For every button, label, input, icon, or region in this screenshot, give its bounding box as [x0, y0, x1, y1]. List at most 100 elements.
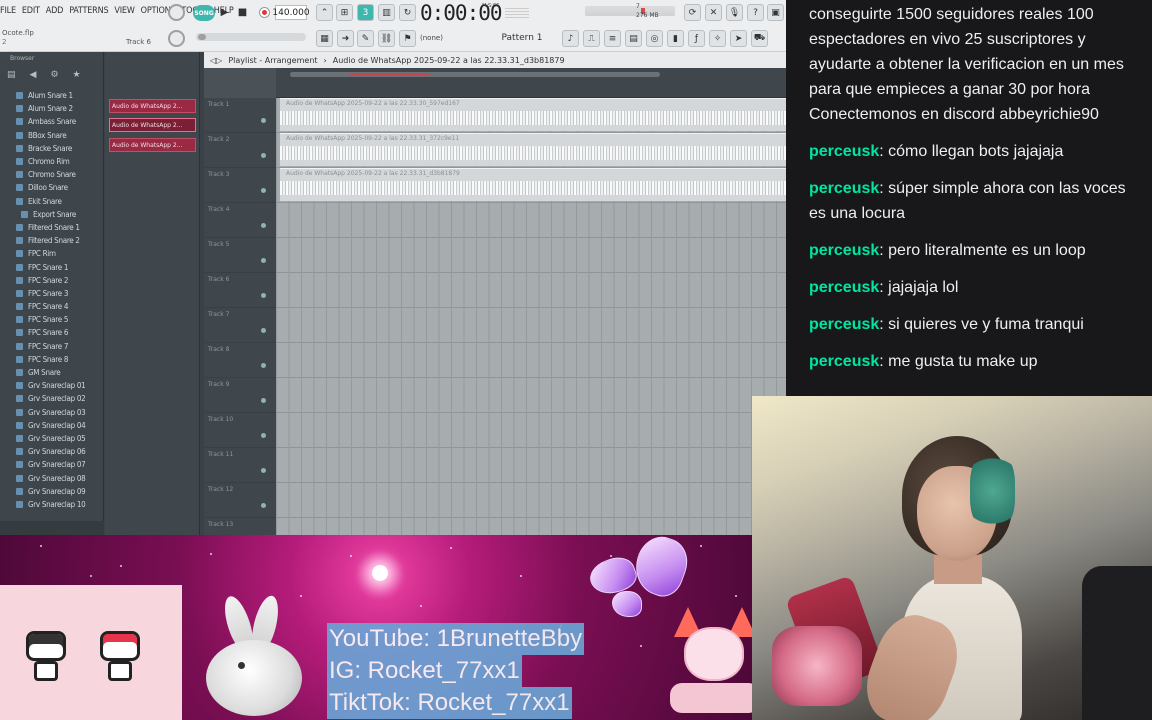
browser-item[interactable]: GM Snare: [0, 366, 104, 379]
track-mute-led[interactable]: [261, 188, 266, 193]
refresh-icon[interactable]: ⟳: [684, 4, 701, 21]
browser-item[interactable]: FPC Snare 3: [0, 287, 104, 300]
chat-username[interactable]: perceusk: [809, 143, 879, 160]
arrow-icon[interactable]: ➜: [337, 30, 354, 47]
browser-files-icon[interactable]: ▤: [7, 70, 16, 84]
chat-username[interactable]: perceusk: [809, 279, 879, 296]
browser-item[interactable]: Grv Snareclap 01: [0, 379, 104, 392]
browser-item[interactable]: Grv Snareclap 08: [0, 471, 104, 484]
pencil-icon[interactable]: ✎: [357, 30, 374, 47]
piano-roll-icon[interactable]: ♪: [562, 30, 579, 47]
track-header[interactable]: Track 5: [204, 238, 276, 273]
browser-item[interactable]: FPC Snare 2: [0, 274, 104, 287]
track-header[interactable]: Track 13: [204, 518, 276, 535]
track-header[interactable]: Track 9: [204, 378, 276, 413]
picker-clip[interactable]: Audio de WhatsApp 2...: [109, 118, 196, 132]
track-mute-led[interactable]: [261, 293, 266, 298]
record-button[interactable]: [256, 4, 273, 21]
main-volume-knob[interactable]: [168, 4, 185, 21]
playlist-view-icon[interactable]: ▦: [316, 30, 333, 47]
browser-plugins-icon[interactable]: ⚙: [50, 70, 58, 84]
track-mute-led[interactable]: [261, 433, 266, 438]
track-mute-led[interactable]: [261, 328, 266, 333]
tempo-tap-icon[interactable]: ▮: [667, 30, 684, 47]
picker-clip[interactable]: Audio de WhatsApp 2...: [109, 99, 196, 113]
help-icon[interactable]: ?: [747, 4, 764, 21]
stamp-icon[interactable]: ⚑: [399, 30, 416, 47]
track-mute-led[interactable]: [261, 468, 266, 473]
browser-item[interactable]: Grv Snareclap 06: [0, 445, 104, 458]
menu-add[interactable]: ADD: [46, 6, 64, 16]
browser-item[interactable]: Ambass Snare: [0, 115, 104, 128]
save-icon[interactable]: ▣: [767, 4, 784, 21]
horizontal-scrollbar[interactable]: [290, 72, 660, 77]
browser-item[interactable]: FPC Snare 8: [0, 353, 104, 366]
cart-icon[interactable]: ⛟: [751, 30, 768, 47]
track-mute-led[interactable]: [261, 118, 266, 123]
loop-record-icon[interactable]: ↻: [399, 4, 416, 21]
browser-item[interactable]: FPC Snare 7: [0, 340, 104, 353]
browser-item[interactable]: Grv Snareclap 07: [0, 458, 104, 471]
track-mute-led[interactable]: [261, 363, 266, 368]
browser-item[interactable]: Ekit Snare: [0, 195, 104, 208]
track-header[interactable]: Track 10: [204, 413, 276, 448]
browser-back-icon[interactable]: ◀: [30, 70, 37, 84]
close-x-icon[interactable]: ✕: [705, 4, 722, 21]
mixer-icon[interactable]: ⎍: [583, 30, 600, 47]
wand-icon[interactable]: ✧: [709, 30, 726, 47]
snap-selector[interactable]: (none): [420, 31, 470, 44]
track-header[interactable]: Track 1: [204, 98, 276, 133]
track-header[interactable]: Track 2: [204, 133, 276, 168]
picker-clip[interactable]: Audio de WhatsApp 2...: [109, 138, 196, 152]
browser-item[interactable]: Grv Snareclap 10: [0, 498, 104, 511]
mic-icon[interactable]: 🎙: [726, 4, 743, 21]
playlist-nav-icon[interactable]: ◁▷: [210, 56, 222, 65]
track-mute-led[interactable]: [261, 503, 266, 508]
plugin-icon[interactable]: ◎: [646, 30, 663, 47]
browser-item[interactable]: Chromo Snare: [0, 168, 104, 181]
browser-item[interactable]: Chromo Rim: [0, 155, 104, 168]
audio-clip[interactable]: Audio de WhatsApp 2025-09-22 a las 22.33…: [280, 133, 786, 166]
menu-file[interactable]: FILE: [0, 6, 16, 16]
browser-item[interactable]: Export Snare: [0, 208, 104, 221]
browser-item[interactable]: Filtered Snare 2: [0, 234, 104, 247]
pattern-selector[interactable]: Pattern 1: [487, 30, 557, 45]
track-header[interactable]: Track 8: [204, 343, 276, 378]
menu-edit[interactable]: EDIT: [22, 6, 40, 16]
audio-clip[interactable]: Audio de WhatsApp 2025-09-22 a las 22.33…: [280, 98, 786, 131]
browser-item[interactable]: Grv Snareclap 09: [0, 485, 104, 498]
audio-clip[interactable]: Audio de WhatsApp 2025-09-22 a las 22.33…: [280, 168, 786, 201]
arrow-right-icon[interactable]: ➤: [730, 30, 747, 47]
track-header[interactable]: Track 7: [204, 308, 276, 343]
browser-item[interactable]: BBox Snare: [0, 129, 104, 142]
chat-username[interactable]: perceusk: [809, 316, 879, 333]
song-position-slider[interactable]: [196, 33, 306, 41]
track-mute-led[interactable]: [261, 398, 266, 403]
track-mute-led[interactable]: [261, 153, 266, 158]
browser-item[interactable]: Dilloo Snare: [0, 181, 104, 194]
track-mute-led[interactable]: [261, 258, 266, 263]
chat-username[interactable]: perceusk: [809, 180, 879, 197]
menu-view[interactable]: VIEW: [114, 6, 134, 16]
browser-item[interactable]: Grv Snareclap 03: [0, 406, 104, 419]
track-header[interactable]: Track 12: [204, 483, 276, 518]
browser-item[interactable]: FPC Snare 6: [0, 326, 104, 339]
browser-star-icon[interactable]: ★: [73, 70, 81, 84]
browser-item[interactable]: Alum Snare 1: [0, 89, 104, 102]
browser-item[interactable]: FPC Snare 1: [0, 260, 104, 273]
browser-item[interactable]: Bracke Snare: [0, 142, 104, 155]
track-header[interactable]: Track 4: [204, 203, 276, 238]
track-header[interactable]: Track 6: [204, 273, 276, 308]
browser-item[interactable]: Filtered Snare 1: [0, 221, 104, 234]
fx-icon[interactable]: ƒ: [688, 30, 705, 47]
channel-rack-icon[interactable]: ≡: [604, 30, 621, 47]
browser-item[interactable]: Grv Snareclap 02: [0, 392, 104, 405]
master-level-slider[interactable]: [585, 6, 675, 16]
tempo-display[interactable]: 140.000: [272, 5, 310, 20]
menu-patterns[interactable]: PATTERNS: [69, 6, 108, 16]
browser-item[interactable]: FPC Snare 5: [0, 313, 104, 326]
link-icon[interactable]: ⛓: [378, 30, 395, 47]
browser-item[interactable]: Grv Snareclap 04: [0, 419, 104, 432]
stop-button[interactable]: ■: [234, 4, 251, 21]
browser-item[interactable]: Grv Snareclap 05: [0, 432, 104, 445]
